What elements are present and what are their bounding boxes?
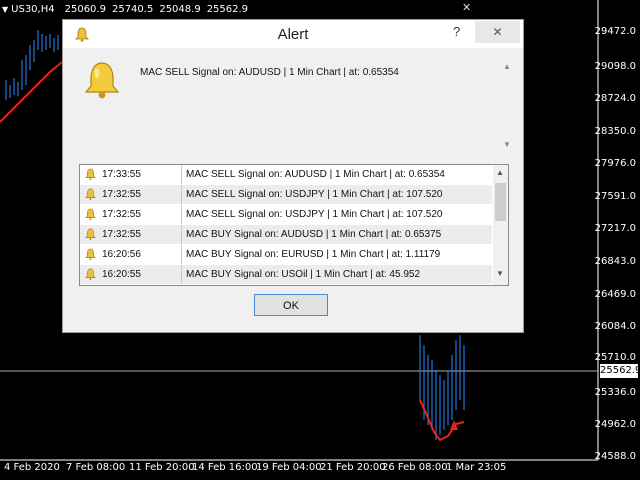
buy-arrow-icon [450, 420, 458, 430]
list-item[interactable]: 17:32:55 MAC SELL Signal on: USDJPY | 1 … [80, 205, 492, 224]
bell-icon [85, 168, 96, 181]
quote-low: 25048.9 [159, 4, 201, 15]
list-item[interactable]: 16:20:56 MAC BUY Signal on: EURUSD | 1 M… [80, 245, 492, 264]
dialog-titlebar[interactable]: Alert ? ✕ [63, 20, 523, 48]
y-tick: 25710.0 [594, 352, 636, 363]
scroll-up-icon[interactable]: ▲ [496, 168, 504, 177]
x-tick: 19 Feb 04:00 [256, 462, 322, 473]
alert-text: MAC BUY Signal on: AUDUSD | 1 Min Chart … [186, 229, 442, 240]
column-divider [181, 205, 182, 224]
alert-dialog: Alert ? ✕ MAC SELL Signal on: AUDUSD | 1… [62, 19, 524, 333]
quote-high: 25740.5 [111, 4, 154, 15]
scroll-thumb[interactable] [495, 183, 506, 221]
scroll-up-icon[interactable]: ▲ [503, 62, 511, 71]
bell-icon [85, 208, 96, 221]
list-item[interactable]: 16:20:55 MAC BUY Signal on: USOil | 1 Mi… [80, 265, 492, 284]
y-tick: 27976.0 [594, 158, 636, 169]
list-scrollbar[interactable]: ▲ ▼ [493, 165, 508, 285]
help-button[interactable]: ? [453, 24, 460, 39]
list-item[interactable]: 17:32:55 MAC SELL Signal on: USDJPY | 1 … [80, 185, 492, 204]
alert-text: MAC SELL Signal on: AUDUSD | 1 Min Chart… [186, 169, 445, 180]
x-tick: 14 Feb 16:00 [192, 462, 258, 473]
ma-line-left [0, 61, 63, 123]
column-divider [181, 165, 182, 184]
ma-line-right [419, 399, 465, 442]
x-tick: 21 Feb 20:00 [320, 462, 386, 473]
scroll-down-icon[interactable]: ▼ [503, 140, 511, 149]
scroll-down-icon[interactable]: ▼ [496, 269, 504, 278]
alert-time: 17:32:55 [102, 209, 141, 220]
bell-icon [85, 268, 96, 281]
alert-time: 17:32:55 [102, 229, 141, 240]
chart-symbol: US30,H4 [11, 4, 55, 15]
x-tick: 7 Feb 08:00 [66, 462, 126, 473]
current-price-label: 25562.9 [600, 364, 640, 378]
y-tick: 27217.0 [594, 223, 636, 234]
y-tick: 29098.0 [594, 61, 636, 72]
chart-symbol-line: ▼ US30,H4 25060.9 25740.5 25048.9 25562.9 [2, 4, 254, 15]
y-tick: 24962.0 [594, 419, 636, 430]
bell-icon [85, 248, 96, 261]
y-tick: 26469.0 [594, 289, 636, 300]
alert-text: MAC SELL Signal on: USDJPY | 1 Min Chart… [186, 189, 443, 200]
alert-text: MAC BUY Signal on: EURUSD | 1 Min Chart … [186, 249, 441, 260]
alert-time: 16:20:56 [102, 249, 141, 260]
alert-history-list: 17:33:55 MAC SELL Signal on: AUDUSD | 1 … [79, 164, 509, 286]
chart-close-icon[interactable]: ✕ [462, 1, 471, 14]
quote-open: 25060.9 [64, 4, 106, 15]
x-tick: 4 Feb 2020 [4, 462, 60, 473]
x-tick: 11 Feb 20:00 [129, 462, 195, 473]
column-divider [181, 185, 182, 204]
x-tick: 1 Mar 23:05 [446, 462, 507, 473]
x-tick: 26 Feb 08:00 [382, 462, 448, 473]
alert-time: 16:20:55 [102, 269, 141, 280]
close-button[interactable]: ✕ [475, 21, 520, 43]
list-item[interactable]: 17:32:55 MAC BUY Signal on: AUDUSD | 1 M… [80, 225, 492, 244]
y-tick: 27591.0 [594, 191, 636, 202]
y-tick: 28724.0 [594, 93, 636, 104]
y-tick: 29472.0 [594, 26, 636, 37]
y-tick: 25336.0 [594, 387, 636, 398]
bell-icon [85, 228, 96, 241]
alert-text: MAC SELL Signal on: USDJPY | 1 Min Chart… [186, 209, 443, 220]
alert-text: MAC BUY Signal on: USOil | 1 Min Chart |… [186, 269, 421, 280]
column-divider [181, 225, 182, 244]
ok-button[interactable]: OK [254, 294, 328, 316]
y-tick: 26843.0 [594, 256, 636, 267]
message-scrollbar[interactable]: ▲ ▼ [501, 56, 515, 156]
quote-close: 25562.9 [206, 4, 249, 15]
alert-time: 17:33:55 [102, 169, 141, 180]
alert-time: 17:32:55 [102, 189, 141, 200]
y-tick: 26084.0 [594, 321, 636, 332]
alert-message: MAC SELL Signal on: AUDUSD | 1 Min Chart… [140, 67, 399, 78]
column-divider [181, 245, 182, 264]
column-divider [181, 265, 182, 284]
symbol-dropdown-icon[interactable]: ▼ [2, 5, 8, 14]
bell-icon [85, 188, 96, 201]
y-tick: 28350.0 [594, 126, 636, 137]
bell-icon [84, 62, 120, 99]
y-tick: 24588.0 [594, 451, 636, 462]
list-item[interactable]: 17:33:55 MAC SELL Signal on: AUDUSD | 1 … [80, 165, 492, 184]
message-area: MAC SELL Signal on: AUDUSD | 1 Min Chart… [74, 56, 511, 156]
